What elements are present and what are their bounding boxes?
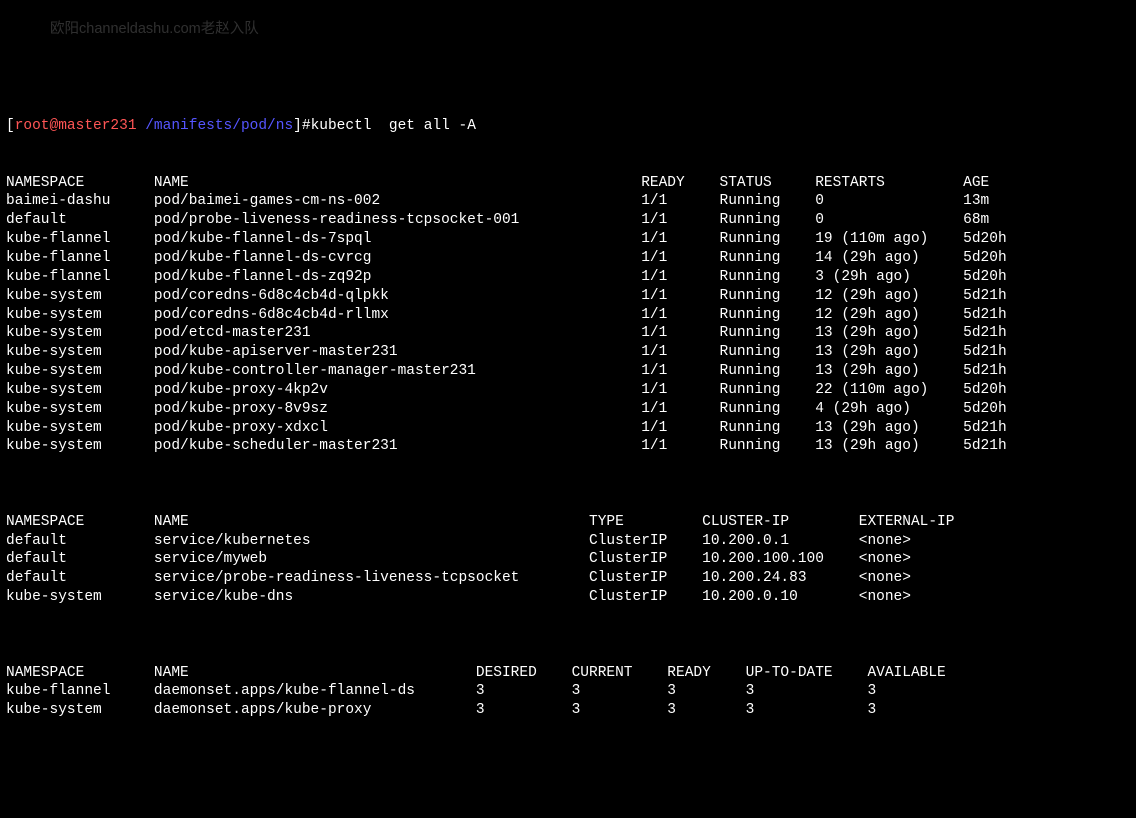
prompt-user-host: root@master231 xyxy=(15,118,137,134)
pod-row: kube-flannel pod/kube-flannel-ds-zq92p 1… xyxy=(6,268,1130,287)
prompt-path: /manifests/pod/ns xyxy=(137,118,294,134)
pod-row: kube-system pod/coredns-6d8c4cb4d-rllmx … xyxy=(6,306,1130,325)
pod-row: kube-system pod/kube-apiserver-master231… xyxy=(6,343,1130,362)
command-text: kubectl get all -A xyxy=(311,118,476,134)
service-row: default service/probe-readiness-liveness… xyxy=(6,569,1130,588)
pod-row: kube-system pod/kube-proxy-8v9sz 1/1 Run… xyxy=(6,400,1130,419)
pod-row: kube-system pod/coredns-6d8c4cb4d-qlpkk … xyxy=(6,287,1130,306)
pod-row: kube-system pod/kube-proxy-xdxcl 1/1 Run… xyxy=(6,419,1130,438)
pods-section: NAMESPACE NAME READY STATUS RESTARTS AGE… xyxy=(6,174,1130,457)
pod-row: kube-system pod/kube-proxy-4kp2v 1/1 Run… xyxy=(6,381,1130,400)
pod-row: kube-system pod/kube-scheduler-master231… xyxy=(6,437,1130,456)
daemonset-row: kube-system daemonset.apps/kube-proxy 3 … xyxy=(6,701,1130,720)
pod-row: default pod/probe-liveness-readiness-tcp… xyxy=(6,211,1130,230)
services-section: NAMESPACE NAME TYPE CLUSTER-IP EXTERNAL-… xyxy=(6,513,1130,607)
service-row: default service/kubernetes ClusterIP 10.… xyxy=(6,532,1130,551)
pod-row: kube-system pod/etcd-master231 1/1 Runni… xyxy=(6,324,1130,343)
blank-line xyxy=(6,475,1130,494)
bracket-close: ]# xyxy=(293,118,310,134)
pods-header: NAMESPACE NAME READY STATUS RESTARTS AGE xyxy=(6,174,1130,193)
daemonsets-section: NAMESPACE NAME DESIRED CURRENT READY UP-… xyxy=(6,664,1130,721)
bracket-open: [ xyxy=(6,118,15,134)
pod-row: kube-flannel pod/kube-flannel-ds-7spql 1… xyxy=(6,230,1130,249)
pod-row: kube-flannel pod/kube-flannel-ds-cvrcg 1… xyxy=(6,249,1130,268)
prompt-line[interactable]: [root@master231 /manifests/pod/ns]#kubec… xyxy=(6,117,1130,136)
blank-line xyxy=(6,626,1130,645)
service-row: default service/myweb ClusterIP 10.200.1… xyxy=(6,550,1130,569)
pod-row: baimei-dashu pod/baimei-games-cm-ns-002 … xyxy=(6,192,1130,211)
services-header: NAMESPACE NAME TYPE CLUSTER-IP EXTERNAL-… xyxy=(6,513,1130,532)
service-row: kube-system service/kube-dns ClusterIP 1… xyxy=(6,588,1130,607)
daemonset-row: kube-flannel daemonset.apps/kube-flannel… xyxy=(6,682,1130,701)
daemonsets-header: NAMESPACE NAME DESIRED CURRENT READY UP-… xyxy=(6,664,1130,683)
watermark-text: 欧阳channeldashu.com老赵入队 xyxy=(50,20,259,39)
pod-row: kube-system pod/kube-controller-manager-… xyxy=(6,362,1130,381)
